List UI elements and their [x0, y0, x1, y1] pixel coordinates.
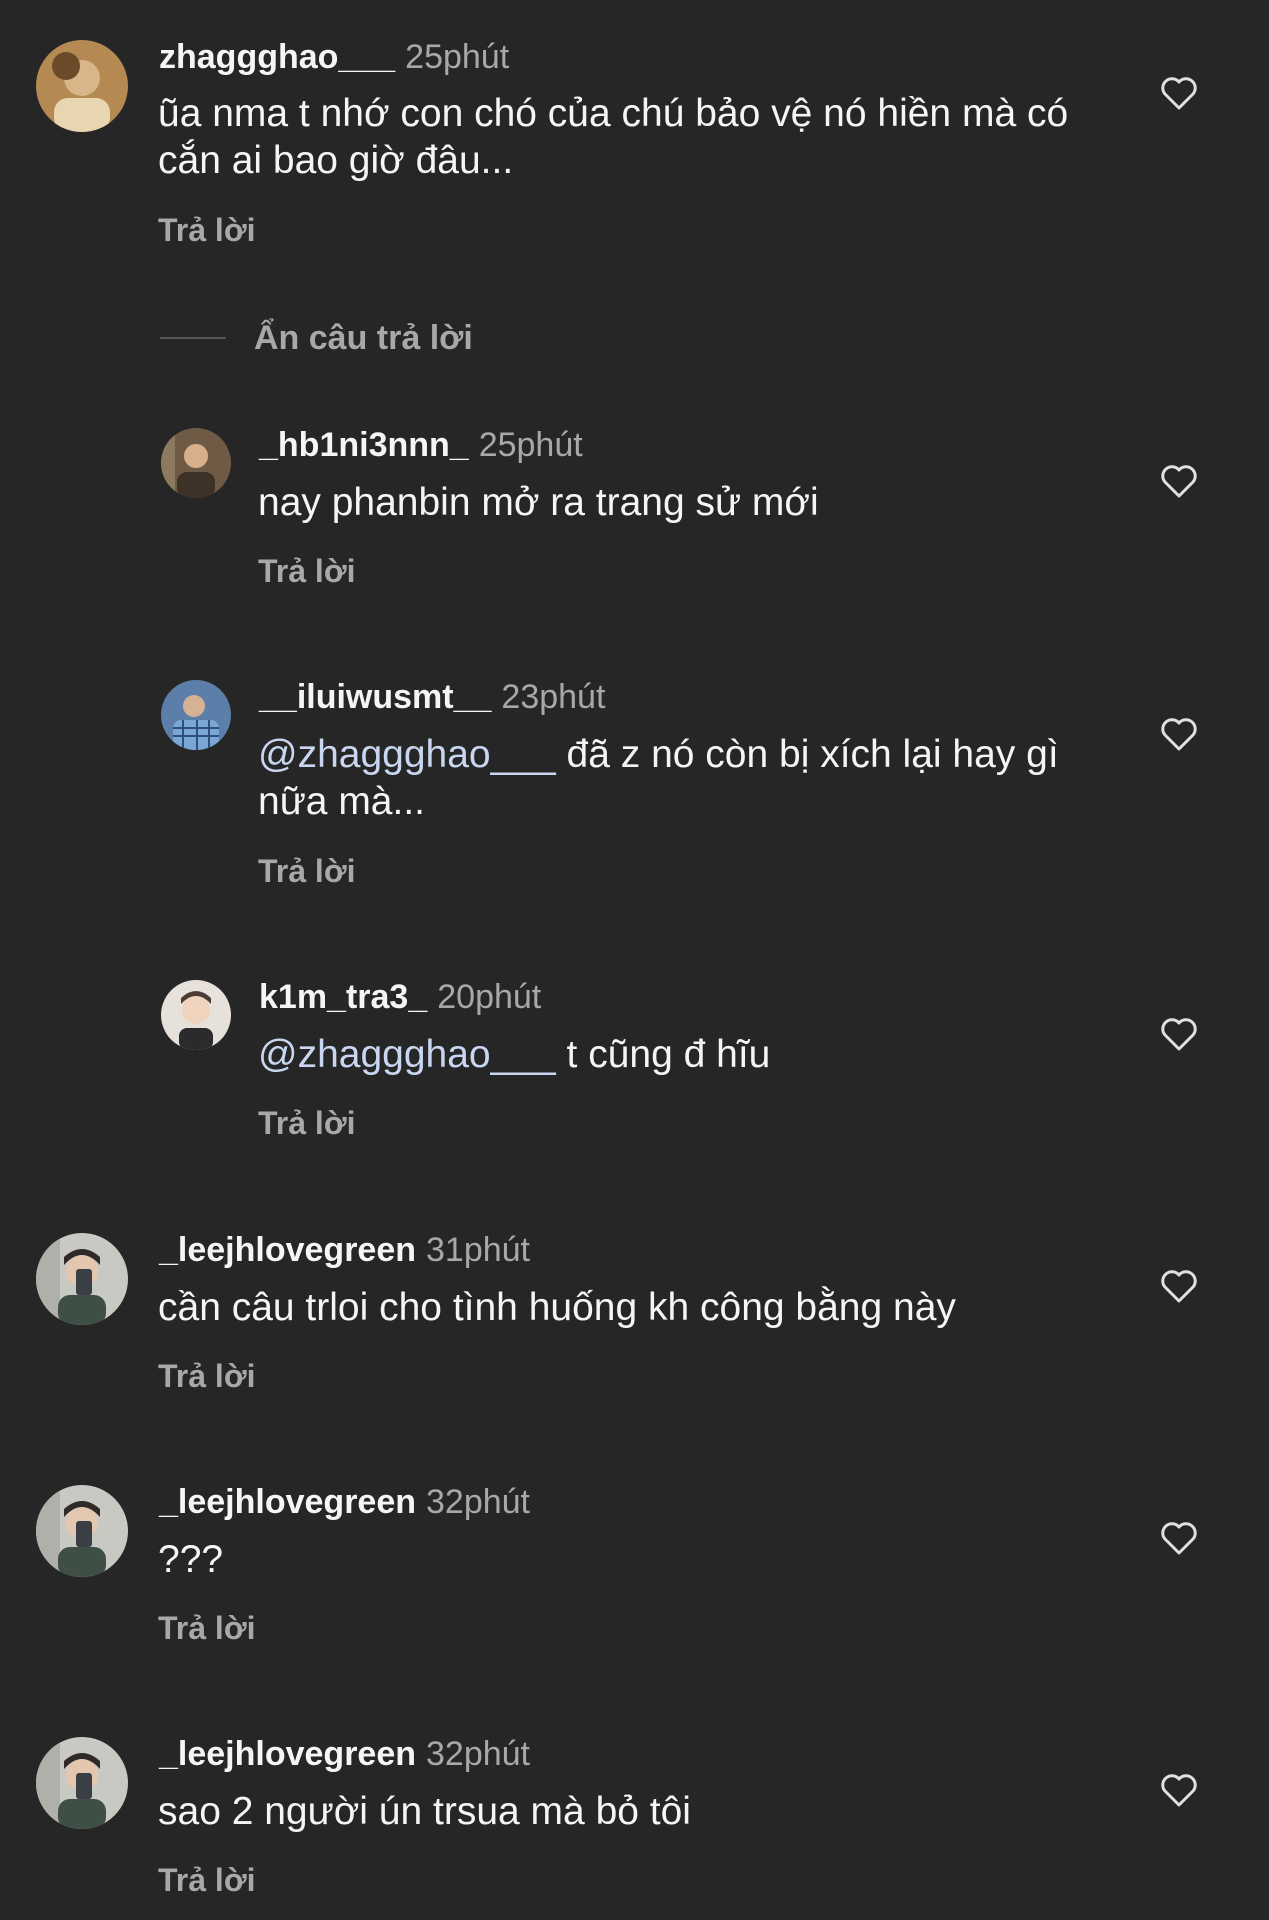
avatar[interactable] [36, 1737, 128, 1829]
comment-text: nay phanbin mở ra trang sử mới [258, 481, 819, 524]
comment-meta: zhaggghao___ 25phút [159, 37, 509, 77]
comment-text: @zhaggghao___ t cũng đ hĩu [258, 1031, 1198, 1078]
comment-meta: k1m_tra3_ 20phút [259, 977, 541, 1017]
reply-button[interactable]: Trả lời [158, 210, 255, 250]
comment-body: t cũng đ hĩu [555, 1033, 771, 1076]
comment-meta: _hb1ni3nnn_ 25phút [259, 425, 583, 465]
username[interactable]: _leejhlovegreen [159, 1735, 416, 1773]
heart-outline-icon[interactable] [1160, 463, 1198, 499]
heart-outline-icon[interactable] [1160, 1016, 1198, 1052]
comment-meta: _leejhlovegreen 32phút [159, 1482, 530, 1522]
avatar[interactable] [36, 1485, 128, 1577]
username[interactable]: zhaggghao___ [159, 38, 395, 76]
hide-replies-button[interactable]: Ẩn câu trả lời [160, 318, 473, 358]
heart-outline-icon[interactable] [1160, 1520, 1198, 1556]
comment-text: sao 2 người ún trsua mà bỏ tôi [158, 1790, 691, 1833]
mention-link[interactable]: @zhaggghao___ [258, 1033, 556, 1076]
avatar[interactable] [36, 1233, 128, 1325]
timestamp: 25phút [405, 38, 510, 76]
username[interactable]: _leejhlovegreen [159, 1231, 416, 1269]
username[interactable]: k1m_tra3_ [259, 978, 427, 1016]
timestamp: 25phút [478, 426, 583, 464]
comment-text: ??? [158, 1538, 224, 1581]
divider-line [160, 337, 226, 339]
heart-outline-icon[interactable] [1160, 1772, 1198, 1808]
comment-meta: __iluiwusmt__ 23phút [259, 677, 605, 717]
reply-button[interactable]: Trả lời [258, 851, 355, 891]
heart-outline-icon[interactable] [1160, 75, 1198, 111]
timestamp: 31phút [426, 1231, 531, 1269]
heart-outline-icon[interactable] [1160, 1268, 1198, 1304]
comment-text: @zhaggghao___ đã z nó còn bị xích lại ha… [258, 731, 1108, 825]
reply-button[interactable]: Trả lời [158, 1608, 255, 1648]
avatar[interactable] [161, 980, 231, 1050]
timestamp: 20phút [437, 978, 542, 1016]
mention-link[interactable]: @zhaggghao___ [258, 733, 556, 776]
reply-button[interactable]: Trả lời [158, 1860, 255, 1900]
hide-replies-label: Ẩn câu trả lời [254, 318, 473, 357]
reply-button[interactable]: Trả lời [258, 1103, 355, 1143]
timestamp: 32phút [426, 1735, 531, 1773]
timestamp: 32phút [426, 1483, 531, 1521]
avatar[interactable] [161, 680, 231, 750]
comment-meta: _leejhlovegreen 32phút [159, 1734, 530, 1774]
timestamp: 23phút [501, 678, 606, 716]
comment-text: ũa nma t nhớ con chó của chú bảo vệ nó h… [158, 92, 1069, 182]
username[interactable]: _leejhlovegreen [159, 1483, 416, 1521]
avatar[interactable] [161, 428, 231, 498]
heart-outline-icon[interactable] [1160, 716, 1198, 752]
username[interactable]: __iluiwusmt__ [259, 678, 491, 716]
reply-button[interactable]: Trả lời [158, 1356, 255, 1396]
reply-button[interactable]: Trả lời [258, 551, 355, 591]
username[interactable]: _hb1ni3nnn_ [259, 426, 469, 464]
comment-text: cần câu trloi cho tình huống kh công bằn… [158, 1286, 956, 1329]
avatar[interactable] [36, 40, 128, 132]
comment-meta: _leejhlovegreen 31phút [159, 1230, 530, 1270]
